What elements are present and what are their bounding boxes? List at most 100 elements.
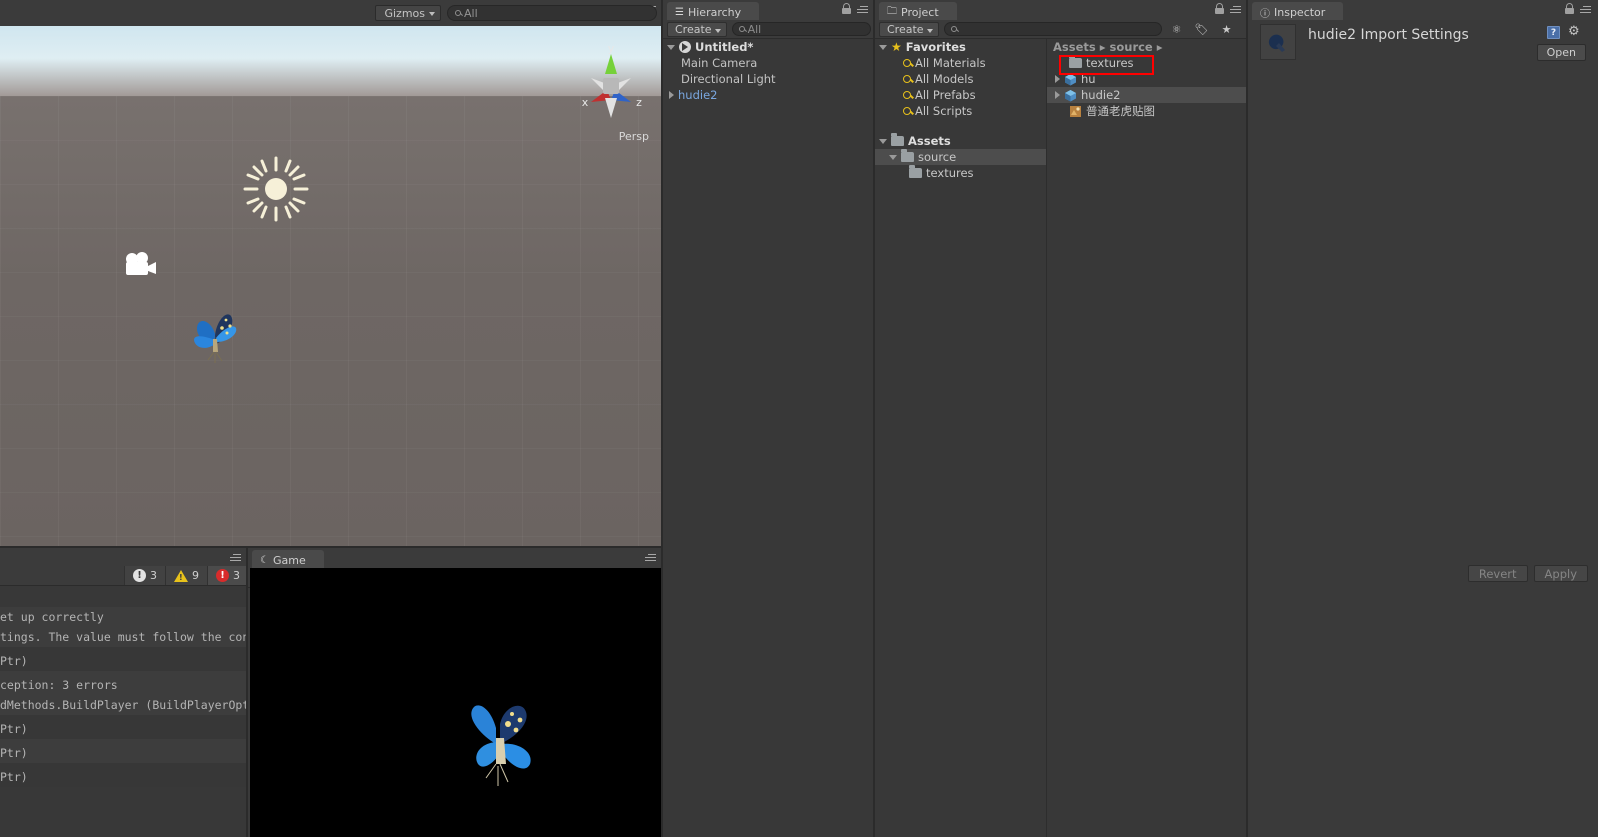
splitter-console-game[interactable] [246, 548, 248, 837]
project-tree[interactable]: ★ Favorites All Materials All Models All… [875, 39, 1047, 837]
filter-by-type-icon[interactable]: ⚛ [1167, 21, 1187, 38]
project-file-hu[interactable]: hu [1047, 71, 1248, 87]
console-row[interactable]: tings. The value must follow the convent… [0, 627, 248, 647]
project-favorites-root[interactable]: ★ Favorites [875, 39, 1046, 55]
project-file-list[interactable]: Assets ▸ source ▸ textures hu hudie2 普通老… [1047, 39, 1248, 837]
hierarchy-panel: ☰ Hierarchy Create All Untitled* Main Ca… [663, 0, 875, 837]
project-file-texture-image[interactable]: 普通老虎贴图 [1047, 103, 1248, 119]
lock-icon[interactable] [842, 3, 851, 14]
saved-search-icon [903, 91, 911, 99]
console-row[interactable]: ception: 3 errors [0, 675, 248, 695]
lock-icon[interactable] [1215, 3, 1224, 14]
tab-inspector[interactable]: ⓘ Inspector [1252, 2, 1344, 20]
chevron-down-icon[interactable] [889, 154, 897, 160]
inspector-panel: ⓘ Inspector hudie2 Import Settings ? ⚙ O… [1248, 0, 1598, 837]
perspective-label[interactable]: Persp [619, 130, 649, 143]
project-file-hudie2[interactable]: hudie2 [1047, 87, 1248, 103]
hierarchy-item-directional-light[interactable]: Directional Light [663, 71, 875, 87]
hierarchy-item-label: Directional Light [681, 72, 776, 86]
chevron-right-icon[interactable] [1055, 75, 1060, 83]
console-row[interactable]: Ptr) [0, 719, 248, 739]
gear-icon[interactable]: ⚙ [1568, 25, 1582, 39]
console-message-list[interactable]: et up correctly tings. The value must fo… [0, 607, 248, 837]
game-panel-menu-icon[interactable] [645, 552, 659, 564]
project-favorite-all-scripts[interactable]: All Scripts [875, 103, 1046, 119]
inspector-header: hudie2 Import Settings ? ⚙ Open [1256, 22, 1598, 66]
folder-icon: 🗀 [887, 5, 897, 17]
chevron-down-icon[interactable] [879, 138, 887, 144]
project-tree-item-source[interactable]: source [875, 149, 1046, 165]
splitter-scene-hierarchy[interactable] [661, 0, 663, 837]
breadcrumb-assets[interactable]: Assets [1053, 40, 1096, 54]
console-warning-badge[interactable]: 9 [165, 566, 207, 585]
inspector-panel-menu-icon[interactable] [1580, 4, 1594, 16]
apply-button[interactable]: Apply [1533, 565, 1588, 582]
project-tree-item-textures[interactable]: textures [875, 165, 1046, 181]
project-create-button[interactable]: Create [879, 21, 939, 37]
breadcrumb-source[interactable]: source [1110, 40, 1153, 54]
breadcrumb[interactable]: Assets ▸ source ▸ [1047, 39, 1248, 55]
svg-text:z: z [636, 96, 642, 109]
console-row[interactable]: Ptr) [0, 767, 248, 787]
scene-canvas[interactable]: y x z Persp [0, 26, 663, 548]
console-row[interactable]: dMethods.BuildPlayer (BuildPlayerOptions… [0, 695, 248, 715]
project-file-textures[interactable]: textures [1047, 55, 1248, 71]
console-row[interactable]: Ptr) [0, 651, 248, 671]
chevron-right-icon[interactable] [1055, 91, 1060, 99]
splitter-hierarchy-project[interactable] [873, 0, 875, 837]
tab-hierarchy[interactable]: ☰ Hierarchy [667, 2, 760, 20]
help-icon[interactable]: ? [1547, 26, 1560, 39]
gizmos-dropdown[interactable]: Gizmos [375, 5, 441, 21]
search-icon [950, 26, 957, 32]
console-panel-menu-icon[interactable] [230, 552, 244, 564]
project-assets-root[interactable]: Assets [875, 133, 1046, 149]
project-favorite-all-models[interactable]: All Models [875, 71, 1046, 87]
hierarchy-create-button[interactable]: Create [667, 21, 727, 37]
favorite-star-icon[interactable]: ★ [1217, 21, 1237, 38]
directional-light-gizmo-icon[interactable] [243, 156, 309, 222]
chevron-down-icon[interactable] [667, 44, 675, 50]
folder-icon [1069, 55, 1082, 68]
warning-count: 9 [192, 569, 199, 582]
main-camera-gizmo-icon[interactable] [122, 250, 158, 280]
favorite-label: All Models [915, 72, 974, 86]
project-tab-label: Project [901, 5, 939, 19]
tab-game[interactable]: ☾ Game [252, 550, 324, 568]
console-info-badge[interactable]: ! 3 [124, 566, 165, 585]
revert-button[interactable]: Revert [1467, 565, 1528, 582]
console-row[interactable]: et up correctly [0, 607, 248, 627]
project-subbar: Create ⚛ 🏷 ★ [875, 20, 1248, 39]
chevron-down-icon[interactable] [879, 44, 887, 50]
scene-ground [0, 96, 663, 548]
console-badge-bar: ! 3 9 ! 3 [0, 566, 248, 586]
console-tabbar [0, 548, 248, 566]
project-tabbar: 🗀 Project [875, 0, 1248, 20]
splitter-scene-console[interactable] [0, 546, 661, 548]
hierarchy-search-input[interactable]: All [731, 22, 871, 36]
project-tree-label: textures [926, 166, 974, 180]
splitter-project-inspector[interactable] [1246, 0, 1248, 837]
console-row[interactable]: Ptr) [0, 743, 248, 763]
svg-text:x: x [582, 96, 589, 109]
warning-icon [174, 569, 188, 582]
filter-by-label-icon[interactable]: 🏷 [1192, 21, 1212, 38]
console-error-badge[interactable]: ! 3 [207, 566, 248, 585]
project-panel-menu-icon[interactable] [1230, 4, 1244, 16]
open-button[interactable]: Open [1536, 44, 1586, 61]
project-favorite-all-prefabs[interactable]: All Prefabs [875, 87, 1046, 103]
scene-axis-gizmo[interactable]: y x z [565, 40, 657, 132]
lock-icon[interactable] [1565, 3, 1574, 14]
hierarchy-panel-menu-icon[interactable] [857, 4, 871, 16]
game-canvas[interactable] [250, 568, 663, 837]
tab-project[interactable]: 🗀 Project [879, 2, 957, 20]
hierarchy-item-main-camera[interactable]: Main Camera [663, 55, 875, 71]
hierarchy-item-hudie2[interactable]: hudie2 [663, 87, 875, 103]
butterfly-model-scene[interactable] [186, 306, 244, 366]
hierarchy-search-placeholder: All [747, 22, 762, 36]
scene-search-input[interactable]: All [447, 5, 657, 21]
project-search-input[interactable] [943, 22, 1162, 36]
game-icon: ☾ [260, 554, 269, 566]
chevron-right-icon[interactable] [669, 91, 674, 99]
hierarchy-tree[interactable]: Untitled* Main Camera Directional Light … [663, 39, 875, 837]
project-favorite-all-materials[interactable]: All Materials [875, 55, 1046, 71]
